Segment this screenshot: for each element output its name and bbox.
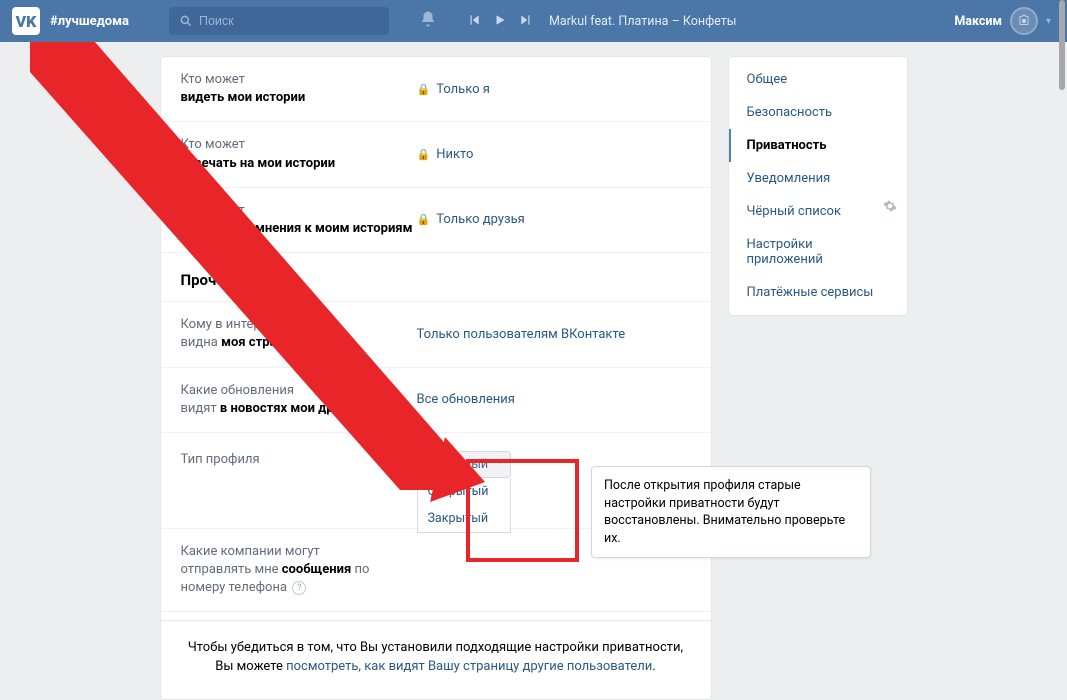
- avatar: [1010, 7, 1038, 35]
- search-box[interactable]: [169, 7, 389, 35]
- profile-type-dropdown[interactable]: Закрытый Открытый Закрытый: [417, 451, 512, 478]
- lock-icon: 🔒: [417, 83, 431, 96]
- profile-type-tooltip: После открытия профиля старые настройки …: [591, 466, 871, 558]
- sidebar-item-general[interactable]: Общее: [729, 63, 907, 96]
- gear-icon[interactable]: [883, 199, 897, 217]
- value-page-visibility[interactable]: Только пользователям ВКонтакте: [417, 327, 626, 342]
- sidebar-item-privacy[interactable]: Приватность: [729, 129, 907, 162]
- settings-panel: Кто можетвидеть мои истории 🔒Только я Кт…: [160, 56, 712, 700]
- sidebar-item-security[interactable]: Безопасность: [729, 96, 907, 129]
- option-open[interactable]: Открытый: [418, 478, 511, 505]
- row-page-visibility[interactable]: Кому в интернетевидна моя страница Тольк…: [161, 302, 711, 367]
- profile-type-menu: Открытый Закрытый: [417, 478, 512, 533]
- settings-sidebar: Общее Безопасность Приватность Уведомлен…: [728, 56, 908, 316]
- track-title[interactable]: Markul feat. Платина – Конфеты: [549, 14, 736, 29]
- username: Максим: [954, 14, 1002, 29]
- hashtag-link[interactable]: #лучшедома: [50, 14, 129, 29]
- play-icon[interactable]: [493, 12, 507, 31]
- value-stories-view[interactable]: 🔒Только я: [417, 82, 490, 97]
- chevron-down-icon: ▾: [1046, 16, 1051, 27]
- row-stories-feedback[interactable]: Кто можетотправлять мнения к моим истори…: [161, 188, 711, 253]
- section-other-title: Прочее: [161, 253, 711, 302]
- row-feed-updates[interactable]: Какие обновлениявидят в новостях мои дру…: [161, 368, 711, 433]
- option-closed[interactable]: Закрытый: [418, 505, 511, 532]
- help-icon[interactable]: ?: [292, 581, 306, 595]
- sidebar-item-apps[interactable]: Настройки приложений: [729, 228, 907, 276]
- profile-type-selected[interactable]: Закрытый: [417, 451, 512, 478]
- audio-player: Markul feat. Платина – Конфеты: [467, 12, 736, 31]
- user-menu[interactable]: Максим ▾: [954, 7, 1051, 35]
- sidebar-item-blacklist[interactable]: Чёрный список: [729, 195, 907, 228]
- value-stories-reply[interactable]: 🔒Никто: [417, 147, 474, 162]
- next-track-icon[interactable]: [519, 12, 533, 31]
- search-icon: [179, 14, 193, 28]
- footer-note: Чтобы убедиться в том, что Вы установили…: [161, 620, 711, 699]
- lock-icon: 🔒: [417, 148, 431, 161]
- row-stories-reply[interactable]: Кто можетотвечать на мои истории 🔒Никто: [161, 122, 711, 187]
- preview-link[interactable]: посмотреть, как видят Вашу страницу друг…: [286, 659, 652, 674]
- search-input[interactable]: [199, 14, 369, 28]
- value-stories-feedback[interactable]: 🔒Только друзья: [417, 212, 525, 227]
- row-stories-view[interactable]: Кто можетвидеть мои истории 🔒Только я: [161, 57, 711, 122]
- lock-icon: 🔒: [417, 213, 431, 226]
- sidebar-item-notifications[interactable]: Уведомления: [729, 162, 907, 195]
- value-feed-updates[interactable]: Все обновления: [417, 392, 515, 407]
- top-header: VK #лучшедома Markul feat. Платина – Кон…: [0, 0, 1067, 42]
- notifications-icon[interactable]: [419, 10, 437, 32]
- scrollbar-thumb[interactable]: [1059, 0, 1065, 90]
- vk-logo[interactable]: VK: [12, 7, 40, 35]
- sidebar-item-payments[interactable]: Платёжные сервисы: [729, 276, 907, 309]
- prev-track-icon[interactable]: [467, 12, 481, 31]
